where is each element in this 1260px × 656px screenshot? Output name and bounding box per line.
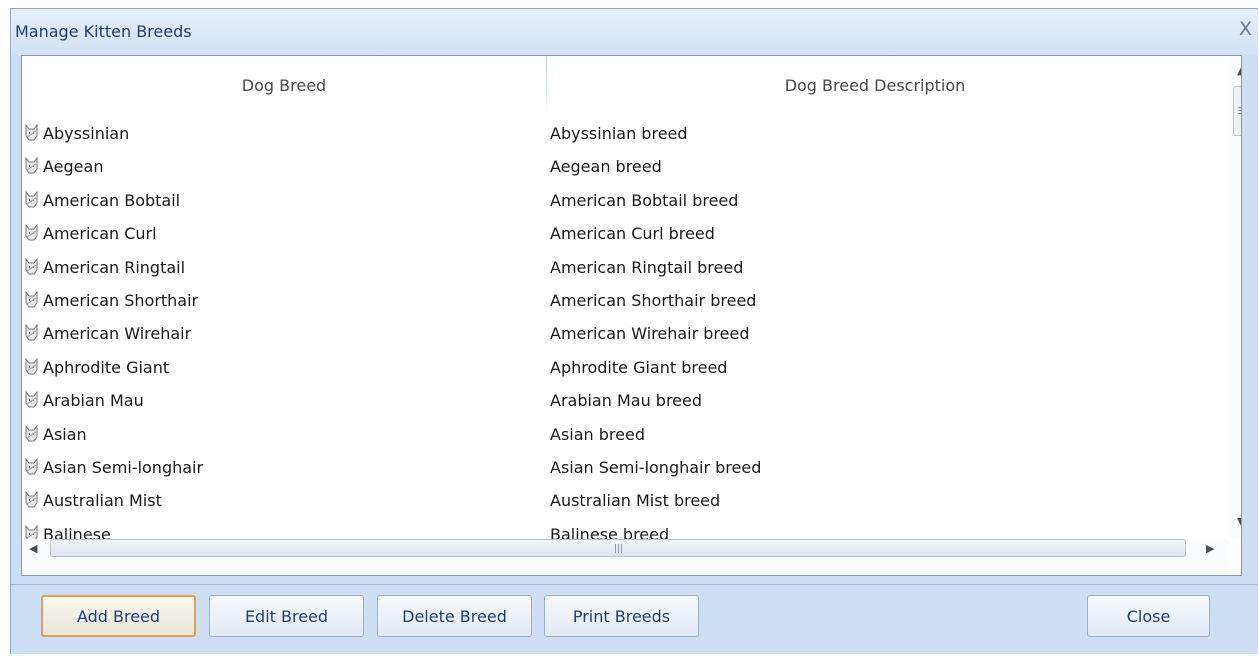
breed-name: American Curl [43,224,157,244]
dialog-title: Manage Kitten Breeds [15,22,192,41]
breed-cell: American Curl [24,222,157,246]
breed-name: Asian Semi-longhair [43,457,204,477]
breed-rows: Abyssinian Abyssinian breed Aegean Aegean b… [22,118,1205,552]
table-row[interactable]: American Bobtail American Bobtail breed [22,185,1205,218]
breed-name: Asian [43,424,87,444]
breed-grid: Dog Breed Dog Breed Description Abyssini… [21,55,1242,576]
cat-icon [24,323,40,342]
table-row[interactable]: Asian Asian breed [22,419,1205,452]
table-row[interactable]: American Curl American Curl breed [22,218,1205,251]
breed-description: American Wirehair breed [550,324,750,344]
breed-cell: American Bobtail [24,189,180,213]
thumb-grip-line [1238,110,1241,111]
breed-description: Aphrodite Giant breed [550,357,728,377]
cat-icon [24,457,40,476]
breed-description: American Curl breed [550,224,715,244]
cat-icon [24,490,40,509]
breed-cell: Asian Semi-longhair [24,456,203,480]
cat-icon [24,390,40,409]
horizontal-scrollbar[interactable]: ◀ ▶ [22,539,1229,575]
print-breeds-button[interactable]: Print Breeds [544,595,699,637]
breed-description: Aegean breed [550,157,662,177]
vertical-scrollbar[interactable]: ▲ ▼ [1229,56,1241,539]
breed-name: Australian Mist [43,491,162,511]
cat-icon [24,190,40,209]
breed-cell: American Ringtail [24,256,185,280]
breed-description: Asian breed [550,424,645,444]
breed-name: American Bobtail [43,190,181,210]
breed-description: Australian Mist breed [550,491,721,511]
breed-name: American Wirehair [43,324,192,344]
cat-icon [24,156,40,175]
table-row[interactable]: Australian Mist Australian Mist breed [22,485,1205,518]
column-header-dog-breed-description[interactable]: Dog Breed Description [546,56,1204,116]
breed-name: American Shorthair [43,290,199,310]
title-bar[interactable]: Manage Kitten Breeds X [11,9,1258,55]
breed-cell: American Shorthair [24,289,198,313]
close-icon[interactable]: X [1239,19,1252,39]
table-row[interactable]: American Wirehair American Wirehair breed [22,318,1205,351]
footer-divider [11,584,1258,585]
table-row[interactable]: Aphrodite Giant Aphrodite Giant breed [22,352,1205,385]
breed-cell: Australian Mist [24,489,162,513]
thumb-grip-line [1238,113,1241,114]
table-row[interactable]: Asian Semi-longhair Asian Semi-longhair b… [22,452,1205,485]
vertical-scroll-thumb[interactable] [1233,86,1241,136]
breed-description: American Shorthair breed [550,290,757,310]
breed-name: American Ringtail [43,257,186,277]
table-row[interactable]: American Shorthair American Shorthair bre… [22,285,1205,318]
breed-cell: Aegean [24,155,103,179]
table-row[interactable]: American Ringtail American Ringtail breed [22,252,1205,285]
breed-description: Abyssinian breed [550,124,688,143]
breed-cell: Abyssinian [24,122,129,146]
cat-icon [24,290,40,309]
table-row[interactable]: Abyssinian Abyssinian breed [22,118,1205,151]
breed-description: American Bobtail breed [550,190,739,210]
breed-cell: American Wirehair [24,322,191,346]
breed-description: Asian Semi-longhair breed [550,457,762,477]
cat-icon [24,123,40,142]
thumb-grip-line [621,544,622,553]
manage-breeds-dialog: Manage Kitten Breeds X Dog Breed Dog Bre… [10,8,1258,654]
breed-name: Arabian Mau [43,391,144,411]
scroll-right-arrow-icon[interactable]: ▶ [1206,543,1214,555]
column-header-dog-breed[interactable]: Dog Breed [22,56,546,116]
scroll-up-arrow-icon[interactable]: ▲ [1237,65,1241,77]
close-button[interactable]: Close [1087,595,1210,637]
delete-breed-button[interactable]: Delete Breed [377,595,532,637]
scroll-down-arrow-icon[interactable]: ▼ [1237,516,1241,528]
thumb-grip-line [615,544,616,553]
breed-name: Abyssinian [43,124,130,143]
thumb-grip-line [1238,107,1241,108]
breed-cell: Asian [24,423,87,447]
edit-breed-button[interactable]: Edit Breed [209,595,364,637]
horizontal-scroll-thumb[interactable] [50,539,1186,557]
breed-cell: Aphrodite Giant [24,356,169,380]
breed-name: Aphrodite Giant [43,357,170,377]
cat-icon [24,257,40,276]
cat-icon [24,223,40,242]
thumb-grip-line [618,544,619,553]
scroll-left-arrow-icon[interactable]: ◀ [29,543,37,555]
breed-cell: Arabian Mau [24,389,144,413]
table-row[interactable]: Arabian Mau Arabian Mau breed [22,385,1205,418]
breed-description: American Ringtail breed [550,257,744,277]
cat-icon [24,424,40,443]
table-row[interactable]: Aegean Aegean breed [22,151,1205,184]
breed-description: Arabian Mau breed [550,391,703,411]
breed-name: Aegean [43,157,104,177]
cat-icon [24,357,40,376]
add-breed-button[interactable]: Add Breed [41,595,196,637]
